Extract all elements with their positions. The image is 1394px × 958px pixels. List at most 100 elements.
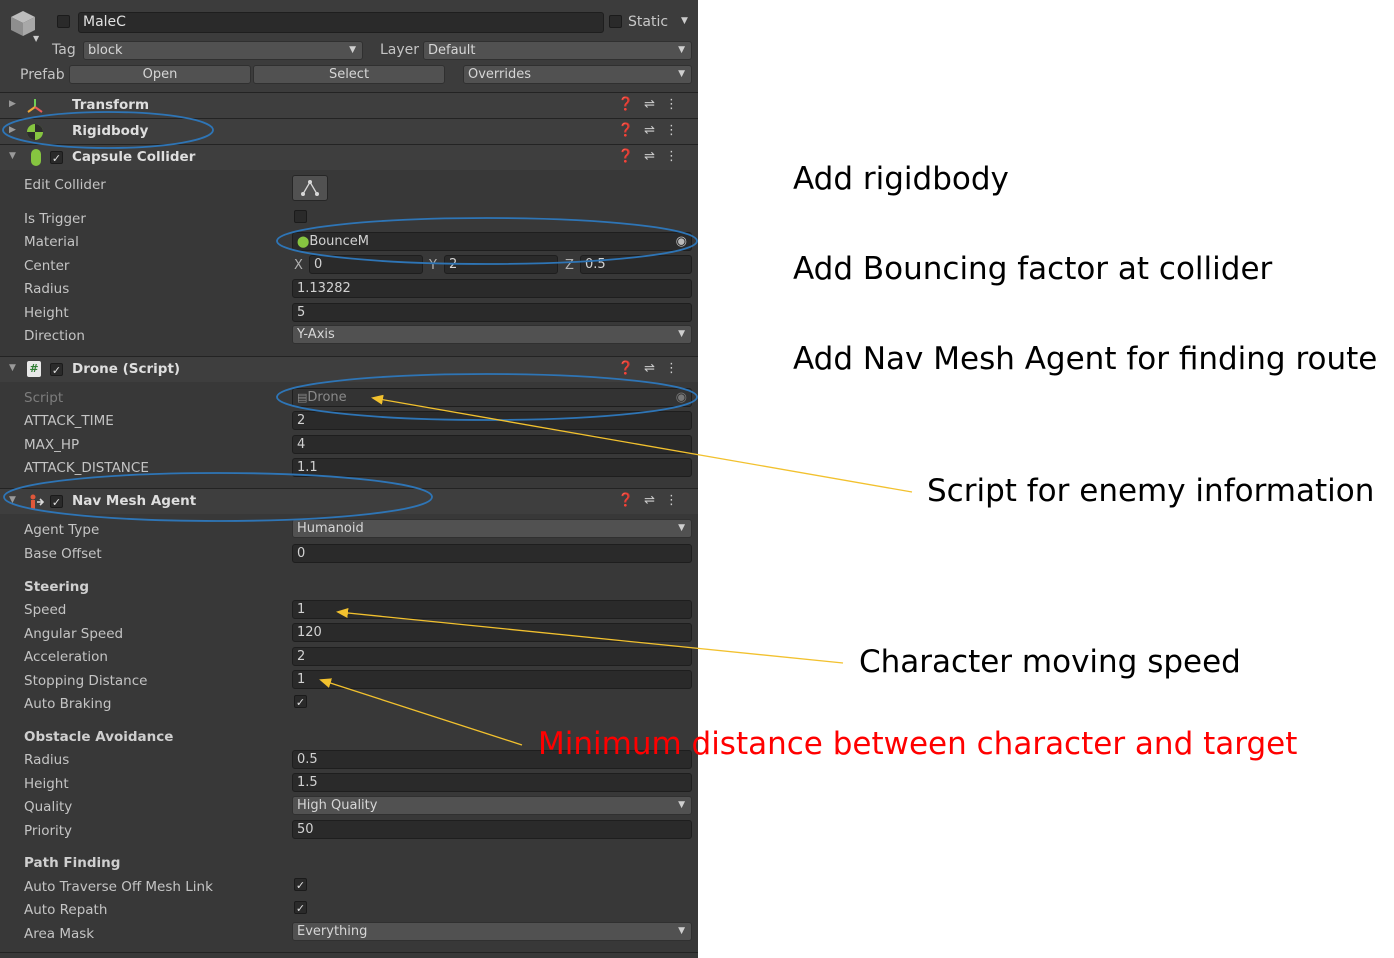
obstacle-avoidance-header: Obstacle Avoidance bbox=[24, 729, 174, 745]
object-name-field[interactable]: MaleC bbox=[78, 12, 604, 33]
help-icon[interactable]: ❓ bbox=[618, 361, 644, 376]
auto-braking-checkbox[interactable]: ✓ bbox=[294, 695, 307, 709]
more-menu-icon[interactable]: ⋮ bbox=[665, 361, 688, 376]
base-offset-label: Base Offset bbox=[24, 546, 102, 562]
attack-time-field[interactable]: 2 bbox=[292, 411, 692, 430]
quality-dropdown[interactable]: High Quality ▼ bbox=[292, 796, 692, 815]
capsule-collider-title: Capsule Collider bbox=[72, 149, 196, 165]
angular-speed-label: Angular Speed bbox=[24, 626, 124, 642]
object-picker-icon: ◉ bbox=[675, 390, 687, 405]
chevron-down-icon: ▼ bbox=[678, 45, 685, 55]
help-icon[interactable]: ❓ bbox=[618, 123, 644, 138]
capsule-collider-header[interactable]: ▼ ✓ Capsule Collider ❓⇌⋮ bbox=[0, 144, 698, 170]
foldout-arrow-icon[interactable]: ▼ bbox=[9, 151, 16, 161]
presets-icon[interactable]: ⇌ bbox=[644, 493, 665, 508]
more-menu-icon[interactable]: ⋮ bbox=[665, 123, 688, 138]
material-field[interactable]: ⬤BounceM ◉ bbox=[292, 232, 692, 251]
tag-dropdown[interactable]: block ▼ bbox=[83, 41, 363, 60]
presets-icon[interactable]: ⇌ bbox=[644, 361, 665, 376]
height-field[interactable]: 5 bbox=[292, 303, 692, 322]
layer-dropdown[interactable]: Default ▼ bbox=[423, 41, 692, 60]
foldout-arrow-icon[interactable]: ▶ bbox=[9, 125, 16, 135]
script-file-icon: ▤ bbox=[297, 391, 308, 404]
overrides-label: Overrides bbox=[468, 67, 532, 82]
prefab-open-button[interactable]: Open bbox=[69, 65, 251, 84]
acceleration-field[interactable]: 2 bbox=[292, 647, 692, 666]
edit-collider-icon bbox=[301, 180, 319, 196]
agent-type-dropdown[interactable]: Humanoid ▼ bbox=[292, 519, 692, 538]
steering-header: Steering bbox=[24, 579, 90, 595]
foldout-arrow-icon[interactable]: ▶ bbox=[9, 99, 16, 109]
center-x-label: X bbox=[294, 258, 303, 273]
component-tools[interactable]: ❓⇌⋮ bbox=[618, 97, 688, 112]
auto-repath-label: Auto Repath bbox=[24, 902, 108, 918]
prefab-select-button[interactable]: Select bbox=[253, 65, 445, 84]
object-picker-icon[interactable]: ◉ bbox=[676, 233, 687, 250]
oa-height-field[interactable]: 1.5 bbox=[292, 773, 692, 792]
presets-icon[interactable]: ⇌ bbox=[644, 149, 665, 164]
angular-speed-field[interactable]: 120 bbox=[292, 623, 692, 642]
material-label: Material bbox=[24, 234, 79, 250]
stopping-distance-field[interactable]: 1 bbox=[292, 670, 692, 689]
speed-field[interactable]: 1 bbox=[292, 600, 692, 619]
annotation-add-navmesh: Add Nav Mesh Agent for finding route bbox=[793, 341, 1378, 377]
is-trigger-checkbox[interactable] bbox=[294, 210, 307, 223]
static-dropdown-caret[interactable]: ▼ bbox=[681, 16, 688, 26]
active-checkbox[interactable] bbox=[57, 15, 70, 28]
priority-label: Priority bbox=[24, 823, 73, 839]
attack-time-label: ATTACK_TIME bbox=[24, 413, 114, 429]
direction-dropdown[interactable]: Y-Axis ▼ bbox=[292, 325, 692, 344]
presets-icon[interactable]: ⇌ bbox=[644, 97, 665, 112]
transform-icon bbox=[26, 97, 44, 119]
static-checkbox[interactable] bbox=[609, 15, 622, 28]
edit-collider-label: Edit Collider bbox=[24, 177, 106, 193]
chevron-down-icon: ▼ bbox=[678, 69, 685, 79]
panel-bottom-divider bbox=[0, 952, 698, 953]
foldout-arrow-icon[interactable]: ▼ bbox=[9, 363, 16, 373]
drone-script-title: Drone (Script) bbox=[72, 361, 181, 377]
drone-script-enabled-checkbox[interactable]: ✓ bbox=[50, 363, 63, 377]
auto-traverse-checkbox[interactable]: ✓ bbox=[294, 878, 307, 892]
edit-collider-button[interactable] bbox=[292, 175, 328, 201]
center-y-label: Y bbox=[429, 258, 437, 273]
component-tools[interactable]: ❓⇌⋮ bbox=[618, 361, 688, 376]
max-hp-field[interactable]: 4 bbox=[292, 435, 692, 454]
static-label: Static bbox=[628, 14, 669, 30]
more-menu-icon[interactable]: ⋮ bbox=[665, 97, 688, 112]
center-y-field[interactable]: 2 bbox=[444, 255, 558, 274]
component-tools[interactable]: ❓⇌⋮ bbox=[618, 149, 688, 164]
is-trigger-label: Is Trigger bbox=[24, 211, 86, 227]
capsule-collider-icon bbox=[30, 148, 42, 171]
more-menu-icon[interactable]: ⋮ bbox=[665, 149, 688, 164]
drone-script-header[interactable]: ▼ # ✓ Drone (Script) ❓⇌⋮ bbox=[0, 356, 698, 382]
more-menu-icon[interactable]: ⋮ bbox=[665, 493, 688, 508]
nav-mesh-agent-header[interactable]: ▼ ✓ Nav Mesh Agent ❓⇌⋮ bbox=[0, 488, 698, 514]
rigidbody-header[interactable]: ▶ Rigidbody ❓⇌⋮ bbox=[0, 118, 698, 144]
capsule-collider-enabled-checkbox[interactable]: ✓ bbox=[50, 151, 63, 165]
nav-mesh-agent-enabled-checkbox[interactable]: ✓ bbox=[50, 495, 63, 509]
help-icon[interactable]: ❓ bbox=[618, 97, 644, 112]
prefab-overrides-dropdown[interactable]: Overrides ▼ bbox=[463, 65, 692, 84]
icon-dropdown-caret[interactable]: ▼ bbox=[33, 34, 39, 43]
script-label: Script bbox=[24, 390, 64, 406]
chevron-down-icon: ▼ bbox=[349, 45, 356, 55]
component-tools[interactable]: ❓⇌⋮ bbox=[618, 493, 688, 508]
priority-field[interactable]: 50 bbox=[292, 820, 692, 839]
agent-type-label: Agent Type bbox=[24, 522, 100, 538]
area-mask-dropdown[interactable]: Everything ▼ bbox=[292, 922, 692, 941]
oa-radius-label: Radius bbox=[24, 752, 70, 768]
radius-field[interactable]: 1.13282 bbox=[292, 279, 692, 298]
center-z-field[interactable]: 0.5 bbox=[580, 255, 692, 274]
component-tools[interactable]: ❓⇌⋮ bbox=[618, 123, 688, 138]
area-mask-value: Everything bbox=[297, 924, 368, 939]
base-offset-field[interactable]: 0 bbox=[292, 544, 692, 563]
foldout-arrow-icon[interactable]: ▼ bbox=[9, 495, 16, 505]
presets-icon[interactable]: ⇌ bbox=[644, 123, 665, 138]
chevron-down-icon: ▼ bbox=[678, 926, 685, 936]
help-icon[interactable]: ❓ bbox=[618, 149, 644, 164]
attack-distance-field[interactable]: 1.1 bbox=[292, 458, 692, 477]
transform-header[interactable]: ▶ Transform ❓⇌⋮ bbox=[0, 92, 698, 118]
auto-repath-checkbox[interactable]: ✓ bbox=[294, 901, 307, 915]
center-x-field[interactable]: 0 bbox=[309, 255, 423, 274]
help-icon[interactable]: ❓ bbox=[618, 493, 644, 508]
